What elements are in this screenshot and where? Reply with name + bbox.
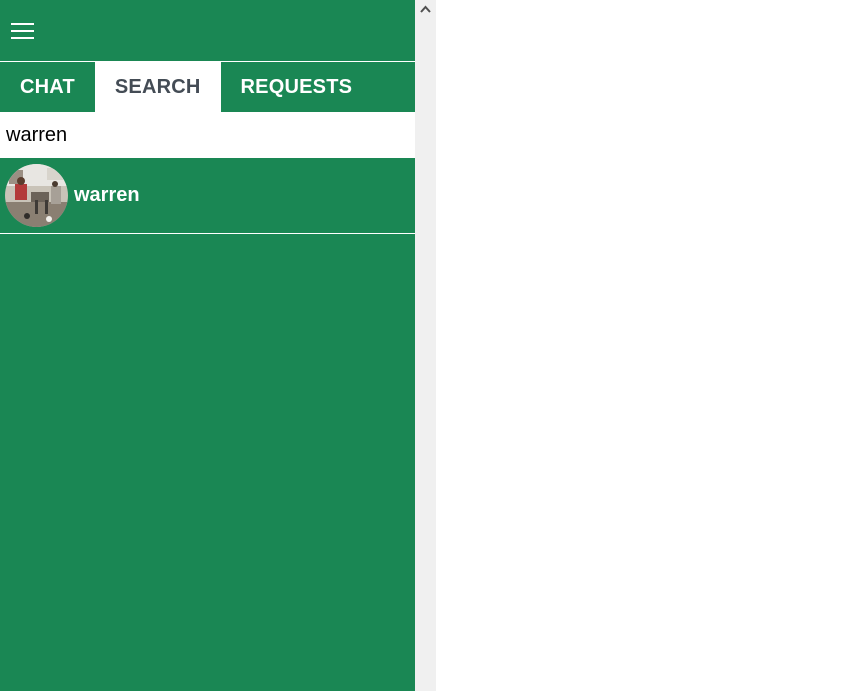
app-window: CHAT SEARCH REQUESTS warren warren — [0, 0, 850, 691]
tab-chat[interactable]: CHAT — [0, 62, 95, 112]
search-result-item[interactable]: warren — [0, 158, 415, 234]
search-input[interactable] — [0, 112, 415, 158]
tab-search-label: SEARCH — [114, 75, 201, 98]
search-row — [0, 112, 415, 158]
scrollbar[interactable] — [415, 0, 436, 691]
user-avatar-photo — [5, 164, 68, 227]
tab-requests-label: REQUESTS — [240, 75, 353, 98]
hamburger-menu-icon[interactable] — [8, 18, 36, 44]
tab-search[interactable]: SEARCH — [94, 62, 221, 112]
chevron-up-icon[interactable] — [415, 0, 436, 18]
tab-requests[interactable]: REQUESTS — [221, 62, 373, 112]
tab-chat-label: CHAT — [20, 75, 75, 98]
top-bar — [0, 0, 415, 62]
main-content-area — [436, 0, 850, 691]
tab-bar: CHAT SEARCH REQUESTS — [0, 62, 415, 112]
chat-sidebar: CHAT SEARCH REQUESTS warren warren — [0, 0, 415, 691]
result-username: warren — [74, 184, 140, 206]
